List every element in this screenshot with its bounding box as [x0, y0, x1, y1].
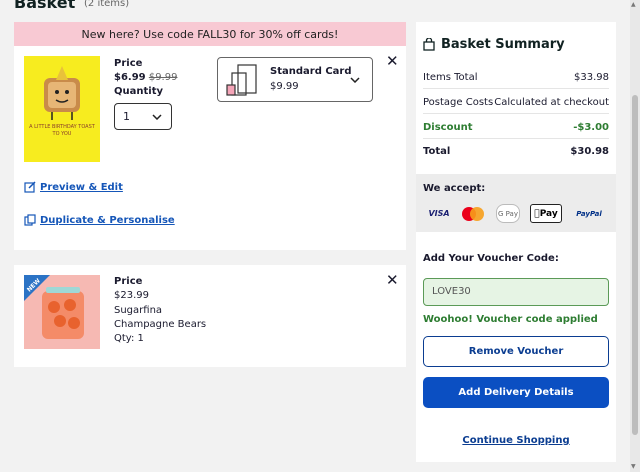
continue-shopping-wrap: Continue Shopping	[416, 428, 616, 447]
price-row: $6.99 $9.99	[114, 72, 177, 83]
row-label: Items Total	[423, 72, 478, 83]
card-option-name: Standard Card	[270, 66, 352, 77]
mastercard-icon	[460, 204, 486, 223]
apple-pay-text: Pay	[536, 208, 558, 219]
scroll-up-icon[interactable]: ▲	[631, 1, 636, 8]
divider	[423, 88, 609, 89]
voucher-label: Add Your Voucher Code:	[423, 253, 559, 264]
card-option-price: $9.99	[270, 81, 299, 92]
duplicate-label: Duplicate & Personalise	[40, 214, 175, 226]
row-value: $30.98	[570, 146, 609, 157]
preview-edit-label: Preview & Edit	[40, 181, 123, 193]
product-thumbnail[interactable]	[24, 56, 100, 162]
visa-icon: VISA	[428, 209, 450, 218]
remove-item-icon[interactable]: ✕	[386, 52, 399, 70]
chevron-down-icon	[350, 77, 360, 83]
paypal-icon: PayPal	[576, 209, 602, 218]
add-delivery-details-button[interactable]: Add Delivery Details	[423, 377, 609, 408]
row-value: Calculated at checkout	[494, 97, 609, 108]
row-value: $33.98	[574, 72, 609, 83]
product-name-line1: Sugarfina	[114, 305, 163, 316]
summary-header: Basket Summary	[423, 37, 565, 52]
quantity-label: Quantity	[114, 86, 163, 97]
page-title: Basket	[14, 0, 76, 12]
row-label: Postage Costs	[423, 97, 494, 108]
voucher-success-message: Woohoo! Voucher code applied	[423, 314, 598, 325]
card-option-select[interactable]: Standard Card $9.99	[217, 57, 373, 102]
price-label: Price	[114, 58, 143, 69]
continue-shopping-link[interactable]: Continue Shopping	[462, 435, 569, 446]
remove-voucher-button[interactable]: Remove Voucher	[423, 336, 609, 367]
quantity-value: 1	[123, 110, 130, 123]
edit-icon	[24, 181, 36, 193]
voucher-code-input[interactable]: LOVE30	[423, 278, 609, 306]
remove-item-icon[interactable]: ✕	[386, 271, 399, 289]
price-label: Price	[114, 276, 143, 287]
row-value: -$3.00	[573, 122, 609, 133]
payment-icons: VISA G Pay Pay PayPal	[428, 204, 606, 223]
item-count: (2 items)	[84, 0, 130, 9]
divider	[423, 138, 609, 139]
summary-title: Basket Summary	[441, 37, 565, 52]
preview-edit-link[interactable]: Preview & Edit	[24, 181, 123, 193]
row-label: Total	[423, 146, 451, 157]
promo-text: New here? Use code FALL30 for 30% off ca…	[81, 27, 339, 41]
chevron-down-icon	[152, 114, 162, 120]
product-thumbnail[interactable]: NEW	[24, 275, 100, 349]
product-qty: Qty: 1	[114, 333, 144, 344]
duplicate-icon	[24, 214, 36, 226]
promo-banner: New here? Use code FALL30 for 30% off ca…	[14, 22, 406, 46]
bag-icon	[423, 38, 435, 51]
payment-methods: We accept: VISA G Pay Pay PayPal	[416, 174, 616, 232]
summary-row-discount: Discount -$3.00	[423, 122, 609, 133]
current-price: $6.99	[114, 72, 146, 83]
divider	[423, 113, 609, 114]
toast-illustration-icon	[44, 66, 80, 120]
row-label: Discount	[423, 122, 473, 133]
product-name-line2: Champagne Bears	[114, 319, 207, 330]
accept-label: We accept:	[423, 183, 486, 194]
google-pay-icon: G Pay	[496, 204, 520, 223]
basket-summary: Basket Summary Items Total $33.98 Postag…	[416, 22, 616, 462]
thumb-caption: A LITTLE BIRTHDAY TOAST TO YOU	[29, 124, 95, 137]
apple-pay-icon: Pay	[530, 204, 562, 223]
duplicate-link[interactable]: Duplicate & Personalise	[24, 214, 175, 226]
card-size-icon	[226, 64, 257, 96]
summary-row-items-total: Items Total $33.98	[423, 72, 609, 83]
summary-row-postage: Postage Costs Calculated at checkout	[423, 97, 609, 108]
summary-row-total: Total $30.98	[423, 146, 609, 157]
old-price: $9.99	[148, 72, 178, 83]
current-price: $23.99	[114, 290, 149, 301]
scrollbar-thumb[interactable]	[632, 95, 638, 435]
scroll-down-icon[interactable]: ▼	[631, 463, 636, 470]
quantity-select[interactable]: 1	[114, 103, 172, 130]
